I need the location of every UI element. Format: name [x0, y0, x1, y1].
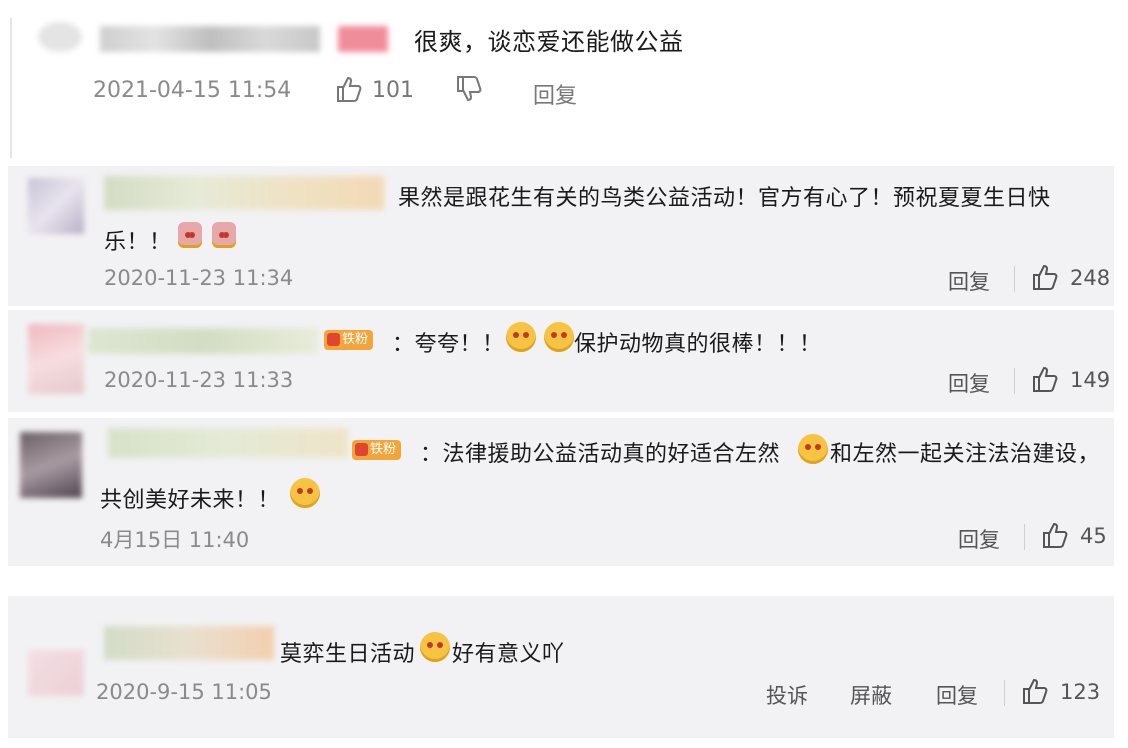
comment-time: 2020-9-15 11:05 — [96, 680, 272, 704]
comment-time: 2021-04-15 11:54 — [93, 78, 292, 103]
reply-button[interactable]: 回复 — [958, 524, 1000, 554]
username-blurred[interactable] — [104, 176, 384, 210]
card-divider-left — [10, 18, 12, 158]
block-button[interactable]: 屏蔽 — [850, 680, 892, 710]
comment-text-a: ：法律援助公益活动真的好适合左然 — [420, 442, 781, 467]
thumb-up-icon[interactable] — [1030, 262, 1060, 292]
like-count: 248 — [1070, 266, 1111, 290]
comment-card-4: 铁粉 ：法律援助公益活动真的好适合左然 和左然一起关注法治建设， 共创美好未来！… — [8, 418, 1114, 566]
comment-text-a: ：夸夸！！ — [392, 332, 505, 357]
comment-text-line1: 果然是跟花生有关的鸟类公益活动！官方有心了！预祝夏夏生日快 — [398, 186, 1051, 211]
username-blurred[interactable] — [100, 26, 320, 52]
action-separator — [1024, 524, 1025, 550]
username-blurred[interactable] — [104, 626, 274, 660]
comment-card-1: 很爽，谈恋爱还能做公益 2021-04-15 11:54 101 回复 — [8, 8, 1028, 158]
comment-time: 2020-11-23 11:33 — [104, 368, 294, 392]
fan-badge[interactable]: 铁粉 — [324, 330, 374, 350]
comment-time: 4月15日 11:40 — [100, 528, 250, 552]
thumb-up-icon[interactable] — [1030, 364, 1060, 394]
like-count: 101 — [372, 78, 414, 103]
avatar[interactable] — [28, 178, 84, 234]
comment-text-a: 莫弈生日活动 — [280, 642, 416, 667]
comment-text-b: 好有意义吖 — [452, 642, 565, 667]
reply-button[interactable]: 回复 — [948, 368, 990, 398]
action-separator — [1004, 680, 1005, 706]
comment-text-line2: 共创美好未来！！ — [100, 488, 281, 513]
emoji-face-icon — [178, 222, 202, 248]
username-blurred[interactable] — [88, 328, 318, 354]
comment-time: 2020-11-23 11:34 — [104, 266, 294, 290]
reply-button[interactable]: 回复 — [533, 78, 577, 110]
comment-text-b: 保护动物真的很棒！！！ — [574, 332, 822, 357]
like-count: 45 — [1080, 524, 1107, 548]
report-button[interactable]: 投诉 — [766, 680, 808, 710]
reply-button[interactable]: 回复 — [936, 680, 978, 710]
emoji-face-icon — [290, 478, 320, 508]
comment-card-3: 铁粉 ：夸夸！！ 保护动物真的很棒！！！ 2020-11-23 11:33 回复… — [8, 310, 1114, 412]
reply-button[interactable]: 回复 — [948, 266, 990, 296]
emoji-face-icon — [420, 632, 450, 662]
user-tag-blurred — [338, 26, 388, 52]
comment-card-5: 莫弈生日活动 好有意义吖 2020-9-15 11:05 投诉 屏蔽 回复 12… — [8, 596, 1114, 738]
action-separator — [1014, 266, 1015, 292]
fan-badge[interactable]: 铁粉 — [352, 440, 402, 460]
avatar[interactable] — [20, 432, 82, 498]
comment-card-2: 果然是跟花生有关的鸟类公益活动！官方有心了！预祝夏夏生日快 乐！！ 2020-1… — [8, 166, 1114, 306]
avatar[interactable] — [38, 22, 82, 52]
thumb-down-icon[interactable] — [454, 74, 484, 104]
emoji-face-icon — [212, 222, 236, 248]
emoji-face-icon — [798, 434, 828, 464]
emoji-face-icon — [506, 322, 536, 352]
like-count: 123 — [1060, 680, 1101, 704]
thumb-up-icon[interactable] — [334, 74, 364, 104]
action-separator — [1014, 368, 1015, 394]
comment-text-b: 和左然一起关注法治建设， — [830, 442, 1101, 467]
avatar[interactable] — [28, 324, 84, 394]
avatar[interactable] — [28, 650, 84, 696]
emoji-face-icon — [544, 322, 574, 352]
thumb-up-icon[interactable] — [1020, 676, 1050, 706]
username-blurred[interactable] — [108, 428, 348, 458]
thumb-up-icon[interactable] — [1040, 520, 1070, 550]
comment-text-line2: 乐！！ — [104, 230, 172, 255]
comment-text: 很爽，谈恋爱还能做公益 — [414, 28, 684, 56]
like-count: 149 — [1070, 368, 1111, 392]
